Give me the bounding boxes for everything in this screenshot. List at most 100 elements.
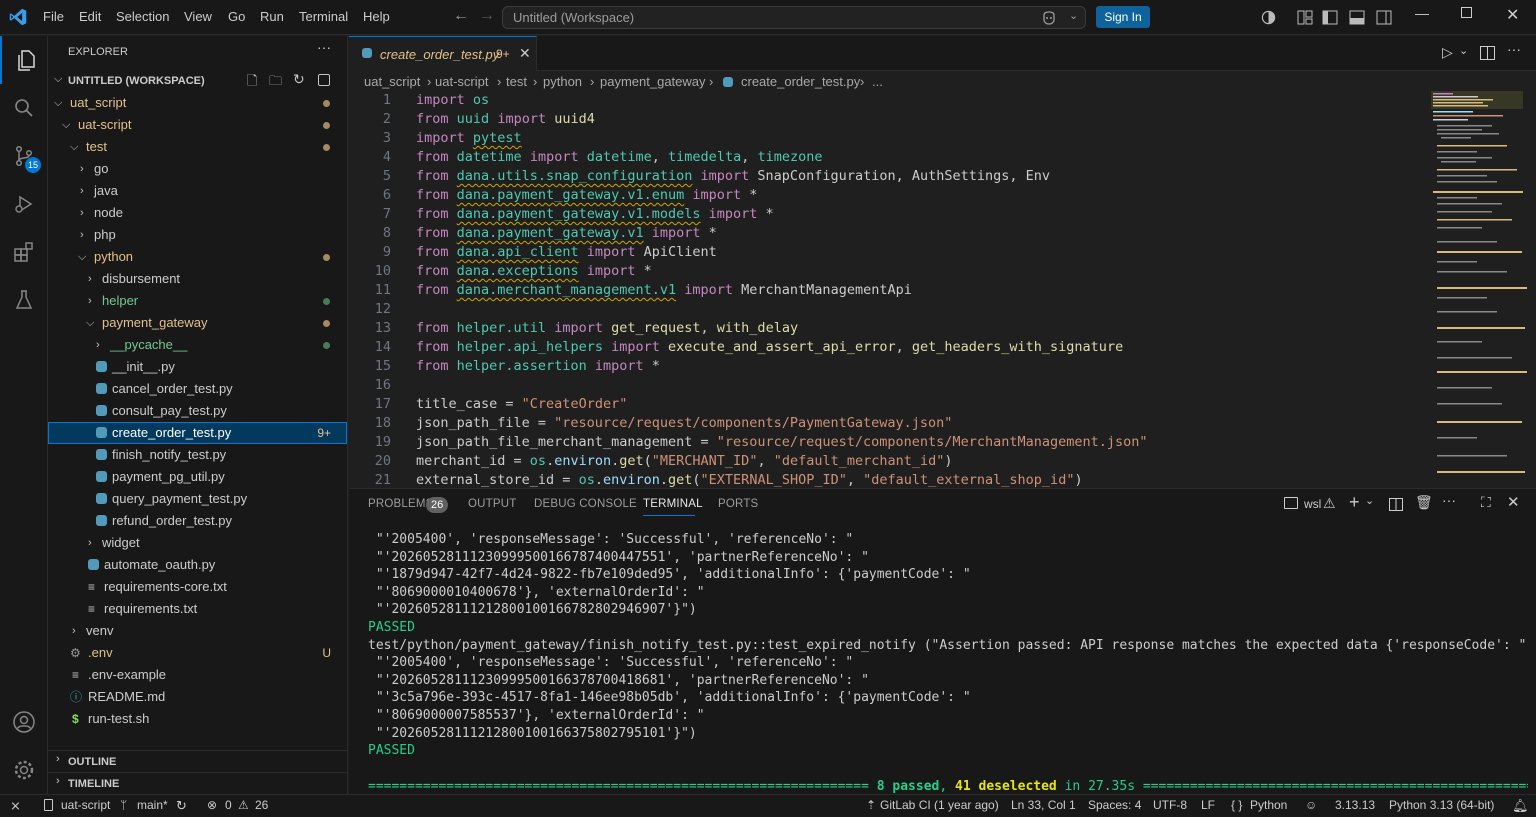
refresh-icon[interactable]: ↻ [293, 71, 305, 88]
code-line[interactable]: 6 from dana.payment_gateway.v1.enum impor… [349, 186, 1429, 205]
more-actions-icon[interactable]: ··· [1442, 492, 1456, 508]
chevron-down-icon[interactable]: ⌄ [1365, 494, 1374, 507]
tree-file[interactable]: payment_pg_util.py [48, 466, 347, 488]
code-line[interactable]: 20 merchant_id = os.environ.get("MERCHANT… [349, 452, 1429, 471]
tab-terminal[interactable]: TERMINAL [643, 498, 703, 510]
terminal-shell-name[interactable]: wsl [1304, 497, 1321, 511]
code-line[interactable]: 3 import pytest [349, 129, 1429, 148]
tab-output[interactable]: OUTPUT [468, 498, 516, 510]
toggle-panel-icon[interactable] [1349, 10, 1365, 25]
tree-folder[interactable]: › php [48, 224, 347, 246]
tab-create-order-test[interactable]: create_order_test.py 9+ ✕ [349, 36, 537, 71]
code-line[interactable]: 17 title_case = "CreateOrder" [349, 395, 1429, 414]
code-line[interactable]: 21 external_store_id = os.environ.get("EX… [349, 471, 1429, 487]
close-window-icon[interactable]: ✕ [1506, 5, 1519, 25]
code-line[interactable]: 2 from uuid import uuid4 [349, 110, 1429, 129]
tree-file[interactable]: create_order_test.py 9+ [48, 422, 347, 444]
status-interpreter[interactable]: Python 3.13 (64-bit) [1389, 795, 1494, 816]
sign-in-button[interactable]: Sign In [1096, 6, 1150, 28]
status-cursor-position[interactable]: Ln 33, Col 1 [1011, 795, 1076, 816]
tree-file[interactable]: refund_order_test.py [48, 510, 347, 532]
source-control-activity[interactable]: 15 [0, 132, 48, 180]
accounts-activity[interactable] [0, 698, 48, 746]
tree-folder[interactable]: ⌵ python [48, 246, 347, 268]
tree-file[interactable]: query_payment_test.py [48, 488, 347, 510]
split-editor-icon[interactable] [1480, 46, 1495, 60]
minimap[interactable] [1429, 91, 1536, 487]
code-line[interactable]: 7 from dana.payment_gateway.v1.models imp… [349, 205, 1429, 224]
run-file-icon[interactable]: ▷ [1442, 44, 1453, 61]
tree-file[interactable]: $ run-test.sh [48, 708, 347, 730]
code-line[interactable]: 16 [349, 376, 1429, 395]
tree-folder[interactable]: › __pycache__ [48, 334, 347, 356]
run-debug-activity[interactable] [0, 180, 48, 228]
code-line[interactable]: 14 from helper.api_helpers import execute… [349, 338, 1429, 357]
menu-terminal[interactable]: Terminal [299, 9, 348, 24]
customize-layout-icon[interactable] [1297, 10, 1313, 25]
status-eol[interactable]: LF [1201, 795, 1215, 816]
menu-run[interactable]: Run [260, 9, 284, 24]
code-line[interactable]: 10 from dana.exceptions import * [349, 262, 1429, 281]
new-file-icon[interactable]: 🗋 [247, 72, 257, 94]
tree-folder[interactable]: ⌵ uat-script [48, 114, 347, 136]
tree-folder[interactable]: › helper [48, 290, 347, 312]
tree-folder[interactable]: › venv [48, 620, 347, 642]
tree-folder[interactable]: ⌵ payment_gateway [48, 312, 347, 334]
sync-icon[interactable]: ↻ [176, 795, 187, 816]
breadcrumb-item[interactable]: ... [872, 71, 883, 93]
tree-file[interactable]: consult_pay_test.py [48, 400, 347, 422]
status-language[interactable]: Python [1250, 795, 1287, 816]
copilot-icon[interactable] [1041, 10, 1057, 26]
more-actions-icon[interactable]: ··· [317, 39, 331, 55]
command-center[interactable]: Untitled (Workspace) ⌄ [502, 6, 1086, 29]
tab-debug-console[interactable]: DEBUG CONSOLE [534, 498, 637, 510]
explorer-activity[interactable] [0, 36, 48, 84]
code-line[interactable]: 4 from datetime import datetime, timedelt… [349, 148, 1429, 167]
menu-selection[interactable]: Selection [116, 9, 169, 24]
status-encoding[interactable]: UTF-8 [1153, 795, 1187, 816]
outline-section[interactable]: › OUTLINE [48, 750, 347, 772]
tree-file[interactable]: ≡ .env-example [48, 664, 347, 686]
workspace-header[interactable]: ⌵ UNTITLED (WORKSPACE) 🗋 🗀 ↻ [48, 70, 347, 92]
menu-view[interactable]: View [184, 9, 212, 24]
timeline-section[interactable]: › TIMELINE [48, 772, 347, 794]
tree-file[interactable]: ≡ requirements.txt [48, 598, 347, 620]
back-arrow-icon[interactable]: ← [453, 7, 469, 25]
maximize-icon[interactable] [1461, 7, 1472, 18]
tree-file[interactable]: __init__.py [48, 356, 347, 378]
extensions-activity[interactable] [0, 228, 48, 276]
tree-file[interactable]: cancel_order_test.py [48, 378, 347, 400]
code-editor[interactable]: 1 import os 2 from uuid import uuid4 3 import… [349, 91, 1429, 487]
code-line[interactable]: 1 import os [349, 91, 1429, 110]
chevron-down-icon[interactable]: ⌄ [1459, 44, 1468, 57]
breadcrumb-item[interactable]: uat_script [364, 71, 420, 93]
accounts-shield-icon[interactable] [1261, 10, 1276, 25]
collapse-all-icon[interactable] [318, 74, 330, 86]
code-line[interactable]: 8 from dana.payment_gateway.v1 import * [349, 224, 1429, 243]
breadcrumb-item[interactable]: test [506, 71, 527, 93]
tree-folder[interactable]: › disbursement [48, 268, 347, 290]
chevron-down-icon[interactable]: ⌄ [1069, 9, 1078, 22]
code-line[interactable]: 19 json_path_file_merchant_management = "… [349, 433, 1429, 452]
code-line[interactable]: 11 from dana.merchant_management.v1 impor… [349, 281, 1429, 300]
code-line[interactable]: 18 json_path_file = "resource/request/com… [349, 414, 1429, 433]
tree-folder[interactable]: › java [48, 180, 347, 202]
tree-folder[interactable]: › widget [48, 532, 347, 554]
tree-folder[interactable]: › go [48, 158, 347, 180]
remote-icon[interactable]: ⨯ [10, 795, 21, 816]
status-gitlab[interactable]: GitLab CI (1 year ago) [880, 795, 999, 816]
breadcrumb-item[interactable]: payment_gateway [600, 71, 706, 93]
tree-folder[interactable]: ⌵ uat_script [48, 92, 347, 114]
more-actions-icon[interactable]: ··· [1507, 41, 1521, 57]
toggle-primary-sidebar-icon[interactable] [1322, 10, 1338, 25]
tree-file[interactable]: ≡ requirements-core.txt [48, 576, 347, 598]
forward-arrow-icon[interactable]: → [479, 7, 495, 25]
status-indentation[interactable]: Spaces: 4 [1088, 795, 1141, 816]
notifications-bell-icon[interactable]: 🔔︎ [1512, 795, 1529, 816]
new-folder-icon[interactable]: 🗀 [269, 72, 282, 94]
tree-folder[interactable]: › node [48, 202, 347, 224]
tab-problems[interactable]: PROBLEMS [368, 498, 434, 510]
testing-activity[interactable] [0, 276, 48, 324]
breadcrumb-item[interactable]: python [543, 71, 582, 93]
close-tab-icon[interactable]: ✕ [519, 45, 531, 62]
